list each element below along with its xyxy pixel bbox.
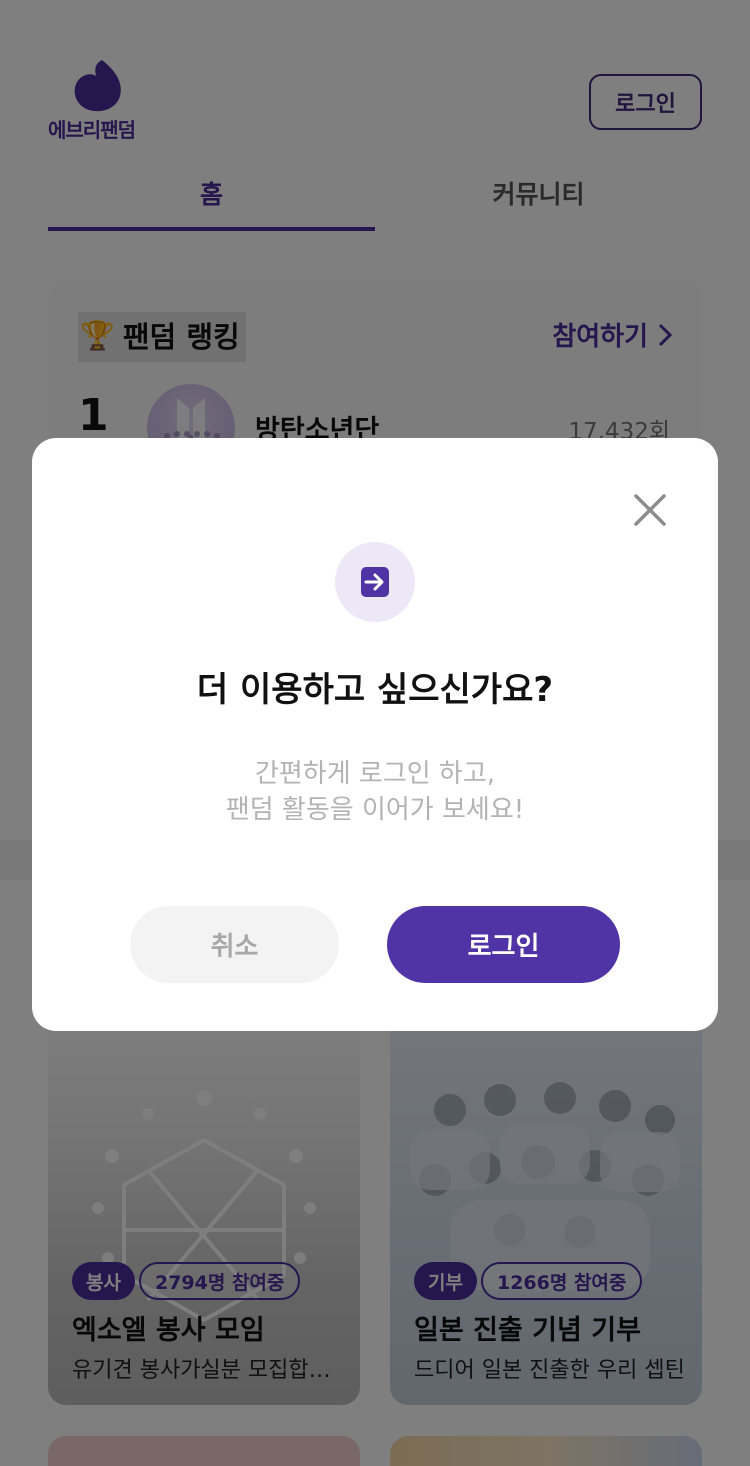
close-icon <box>634 494 666 526</box>
login-arrow-icon <box>361 567 389 597</box>
login-button[interactable]: 로그인 <box>387 906 620 983</box>
modal-title: 더 이용하고 싶으신가요? <box>196 670 554 710</box>
modal-description: 간편하게 로그인 하고, 팬덤 활동을 이어가 보세요! <box>32 756 718 828</box>
login-prompt-modal: 더 이용하고 싶으신가요? 간편하게 로그인 하고, 팬덤 활동을 이어가 보세… <box>32 438 718 1031</box>
modal-description-line: 팬덤 활동을 이어가 보세요! <box>225 795 525 825</box>
close-button[interactable] <box>628 488 672 532</box>
modal-description-line: 간편하게 로그인 하고, <box>254 759 496 789</box>
cancel-button[interactable]: 취소 <box>130 906 339 983</box>
login-icon-circle <box>335 542 415 622</box>
